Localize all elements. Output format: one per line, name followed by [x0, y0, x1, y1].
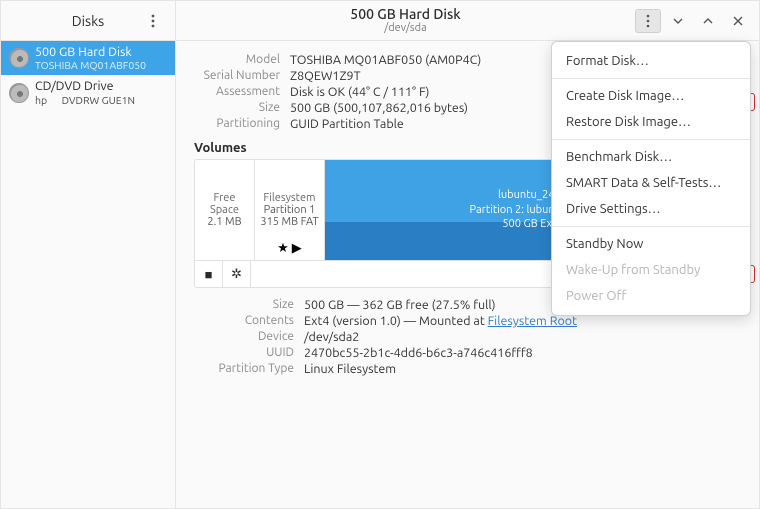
- menu-wakeup-standby: Wake-Up from Standby: [552, 257, 750, 283]
- unmount-volume-button[interactable]: ■: [195, 261, 223, 287]
- value-vol-ptype: Linux Filesystem: [304, 362, 741, 376]
- sidebar: Disks 500 GB Hard Disk TOSHIBA MQ01ABF05…: [1, 1, 176, 508]
- volume-partition-1[interactable]: Filesystem Partition 1 315 MB FAT ★ ▶: [255, 160, 325, 260]
- close-icon: [732, 15, 744, 27]
- menu-separator: [552, 226, 750, 227]
- label-model: Model: [194, 53, 280, 67]
- disk-label: CD/DVD Drive: [35, 79, 135, 93]
- titlebar-center: 500 GB Hard Disk /dev/sda: [176, 7, 635, 34]
- menu-separator: [552, 139, 750, 140]
- hdd-icon: [9, 48, 29, 68]
- minimize-button[interactable]: [665, 9, 691, 33]
- volume-free-space[interactable]: Free Space 2.1 MB: [195, 160, 255, 260]
- header-menu-button[interactable]: [635, 9, 661, 33]
- volume-stars: ★ ▶: [255, 241, 324, 256]
- menu-smart-data[interactable]: SMART Data & Self-Tests…: [552, 170, 750, 196]
- menu-benchmark-disk[interactable]: Benchmark Disk…: [552, 144, 750, 170]
- value-vol-device: /dev/sda2: [304, 330, 741, 344]
- menu-separator: [552, 78, 750, 79]
- disk-list: 500 GB Hard Disk TOSHIBA MQ01ABF050 CD/D…: [1, 41, 175, 508]
- disk-sublabel: TOSHIBA MQ01ABF050: [35, 59, 146, 71]
- maximize-button[interactable]: [695, 9, 721, 33]
- menu-drive-settings[interactable]: Drive Settings…: [552, 196, 750, 222]
- sidebar-header: Disks: [1, 1, 175, 41]
- kebab-icon: [147, 14, 159, 28]
- disk-item-optical[interactable]: CD/DVD Drive hp DVDRW GUE1N: [1, 75, 175, 109]
- disk-item-hard-disk[interactable]: 500 GB Hard Disk TOSHIBA MQ01ABF050: [1, 41, 175, 75]
- chevron-down-icon: [672, 15, 684, 27]
- close-button[interactable]: [725, 9, 751, 33]
- label-vol-device: Device: [194, 330, 294, 344]
- sidebar-title: Disks: [72, 13, 105, 29]
- disk-menu-popup: Format Disk… Create Disk Image… Restore …: [551, 41, 751, 316]
- sidebar-menu-button[interactable]: [141, 9, 165, 33]
- label-vol-size: Size: [194, 298, 294, 312]
- menu-restore-disk-image[interactable]: Restore Disk Image…: [552, 109, 750, 135]
- menu-format-disk[interactable]: Format Disk…: [552, 48, 750, 74]
- chevron-up-icon: [702, 15, 714, 27]
- optical-icon: [9, 83, 29, 103]
- menu-standby-now[interactable]: Standby Now: [552, 231, 750, 257]
- window-title: 500 GB Hard Disk: [176, 7, 635, 22]
- label-vol-contents: Contents: [194, 314, 294, 328]
- window-buttons: [635, 9, 751, 33]
- label-vol-ptype: Partition Type: [194, 362, 294, 376]
- app-window: Disks 500 GB Hard Disk TOSHIBA MQ01ABF05…: [0, 0, 760, 509]
- label-size: Size: [194, 101, 280, 115]
- kebab-icon: [643, 14, 653, 28]
- label-vol-uuid: UUID: [194, 346, 294, 360]
- filesystem-root-link[interactable]: Filesystem Root: [488, 314, 577, 328]
- content-area: 500 GB Hard Disk /dev/sda: [176, 1, 759, 508]
- label-assessment: Assessment: [194, 85, 280, 99]
- menu-create-disk-image[interactable]: Create Disk Image…: [552, 83, 750, 109]
- volume-settings-button[interactable]: ✲: [223, 261, 251, 287]
- label-partitioning: Partitioning: [194, 117, 280, 131]
- disk-label: 500 GB Hard Disk: [35, 45, 146, 59]
- disk-sublabel: hp DVDRW GUE1N: [35, 94, 135, 106]
- value-vol-contents: Ext4 (version 1.0) — Mounted at Filesyst…: [304, 314, 741, 328]
- titlebar: 500 GB Hard Disk /dev/sda: [176, 1, 759, 41]
- menu-power-off: Power Off: [552, 283, 750, 309]
- window-subtitle: /dev/sda: [176, 22, 635, 34]
- label-serial: Serial Number: [194, 69, 280, 83]
- value-vol-uuid: 2470bc55-2b1c-4dd6-b6c3-a746c416fff8: [304, 346, 741, 360]
